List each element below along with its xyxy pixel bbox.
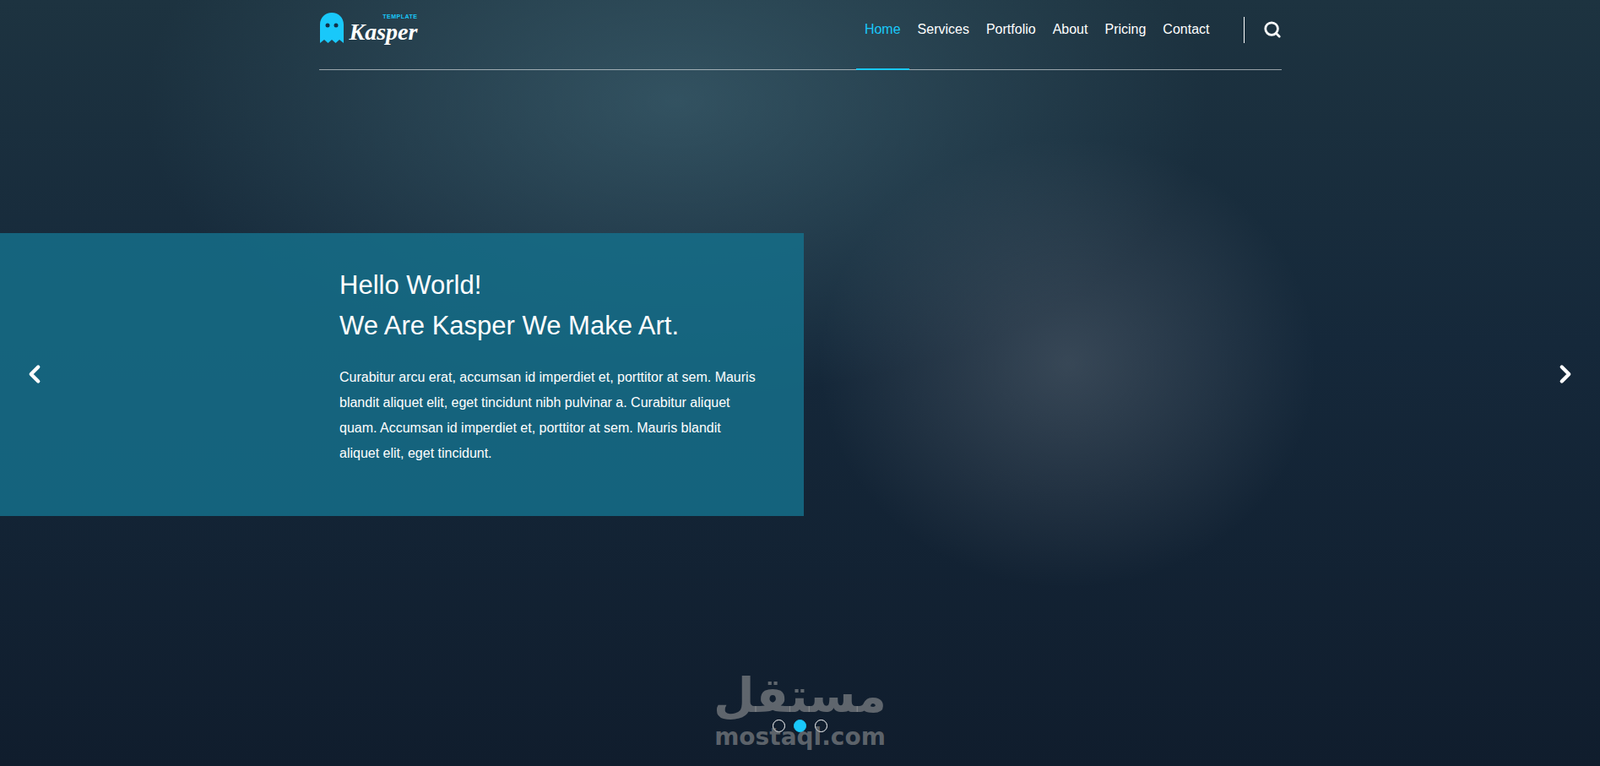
bullet[interactable] (793, 719, 807, 733)
next-button[interactable] (1551, 359, 1580, 389)
nav: HomeServicesPortfolioAboutPricingContact (856, 0, 1282, 70)
slider-bullets (0, 719, 1600, 733)
heading-line: We Are Kasper We Make Art. (339, 305, 771, 347)
slide-text: Curabitur arcu erat, accumsan id imperdi… (339, 364, 762, 467)
bullet[interactable] (772, 719, 786, 733)
nav-link[interactable]: Portfolio (977, 0, 1045, 70)
ghost-icon (319, 11, 345, 44)
chevron-left-icon (20, 359, 49, 389)
header: TEMPLATEKasper HomeServicesPortfolioAbout… (319, 0, 1282, 71)
search-button[interactable] (1263, 20, 1282, 39)
watermark-arabic: مستقل (713, 667, 887, 724)
logo[interactable]: TEMPLATEKasper (319, 11, 418, 44)
chevron-right-icon (1551, 359, 1580, 389)
logo-text: TEMPLATEKasper (349, 13, 418, 44)
heading-line: Hello World! (339, 265, 771, 306)
nav-link[interactable]: Services (909, 0, 978, 70)
logo-tag: TEMPLATE (382, 13, 418, 20)
slide-box: Hello World!We Are Kasper We Make Art. Cu… (0, 233, 804, 516)
nav-link[interactable]: Pricing (1095, 0, 1155, 70)
search-icon (1263, 20, 1282, 39)
bullet[interactable] (814, 719, 828, 733)
separator (1243, 16, 1245, 44)
nav-link[interactable]: Contact (1154, 0, 1218, 70)
watermark: مستقلmostaql.com (0, 667, 1600, 751)
nav-link[interactable]: Home (856, 0, 910, 70)
slide-heading: Hello World!We Are Kasper We Make Art. (339, 265, 771, 347)
nav-link[interactable]: About (1044, 0, 1097, 70)
hero: TEMPLATEKasper HomeServicesPortfolioAbout… (0, 0, 1600, 766)
prev-button[interactable] (20, 359, 49, 389)
